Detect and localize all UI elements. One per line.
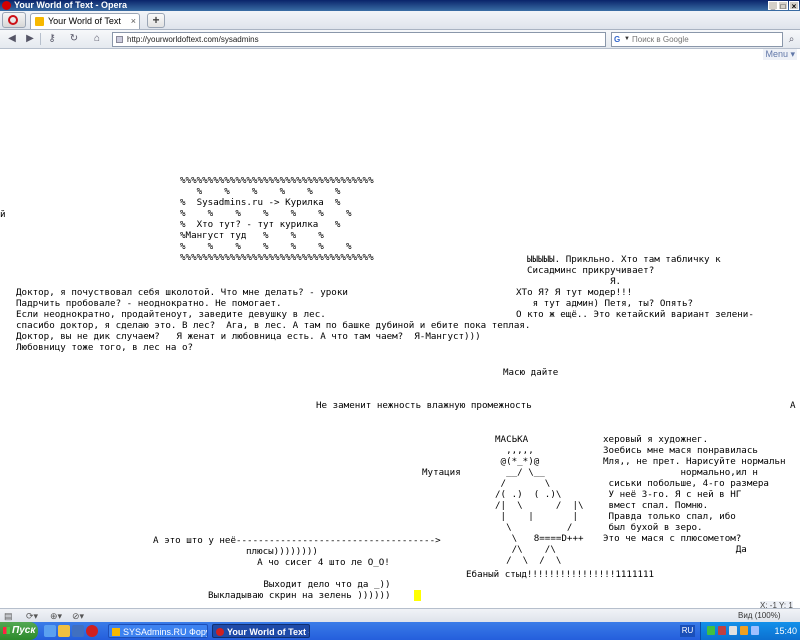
system-tray: 15:40 — [700, 622, 800, 640]
text-block-ebany[interactable]: Ебаный стыд!!!!!!!!!!!!!!!!1111111 — [466, 569, 654, 580]
tab-your-world-of-text[interactable]: Your World of Text × — [30, 13, 140, 29]
opera-menu-button[interactable] — [2, 12, 26, 28]
maximize-icon[interactable]: □ — [778, 1, 788, 11]
tray-network-icon[interactable] — [729, 626, 737, 635]
opera-logo-icon — [2, 1, 11, 10]
reload-icon[interactable]: ↻ — [66, 32, 82, 46]
opera-o-icon — [8, 15, 18, 25]
tray-volume-icon[interactable] — [751, 626, 759, 635]
tab-close-icon[interactable]: × — [131, 14, 136, 29]
back-arrow-icon[interactable]: ◀ — [4, 32, 20, 46]
opera-status-bar: ▤ ⟳▾ ⊕▾ ⊘▾ Вид (100%) — [0, 608, 800, 623]
taskbar-item-label: Your World of Text - ... — [227, 627, 309, 637]
tab-bar: Your World of Text × + — [0, 11, 800, 30]
windows-flag-icon — [3, 627, 10, 634]
search-go-icon[interactable]: ⌕ — [785, 32, 798, 47]
minimize-icon[interactable]: _ — [768, 1, 778, 11]
search-input[interactable] — [632, 34, 780, 45]
clock: 15:40 — [774, 626, 797, 636]
tray-app-icon[interactable] — [707, 626, 715, 635]
taskbar-item-your-world-of-text[interactable]: Your World of Text - ... — [212, 624, 310, 638]
address-bar[interactable]: http://yourworldoftext.com/sysadmins — [112, 32, 606, 47]
new-tab-button[interactable]: + — [147, 13, 165, 28]
window-title: Your World of Text - Opera — [14, 0, 128, 10]
text-block-moder[interactable]: ХТо Я? Я тут модер!!! я тут админ) Петя,… — [516, 287, 754, 320]
search-box[interactable]: G ▼ — [611, 32, 783, 47]
sync-icon[interactable]: ⟳▾ — [26, 610, 38, 622]
forward-arrow-icon[interactable]: ▶ — [22, 32, 38, 46]
taskbar-item-label: SYSAdmins.RU Форум - ... — [123, 627, 207, 637]
google-icon[interactable]: G — [614, 33, 624, 46]
text-block-mutation[interactable]: Мутация — [422, 467, 461, 478]
text-block-xero[interactable]: херовый я художнег. Зоебись мне мася пон… — [603, 434, 786, 555]
text-block-nezamenit[interactable]: Не заменит нежность влажную промежность — [316, 400, 532, 411]
opera-window-icon — [216, 628, 224, 636]
turbo-icon[interactable]: ⊕▾ — [50, 610, 62, 622]
text-cursor — [414, 590, 421, 601]
tab-title: Your World of Text — [48, 16, 121, 26]
home-icon[interactable]: ⌂ — [89, 32, 105, 46]
toolbar-divider — [40, 33, 41, 45]
menu-link[interactable]: Menu ▾ — [763, 49, 797, 60]
windows-taskbar: Пуск SYSAdmins.RU Форум - ... Your World… — [0, 622, 800, 640]
zoom-level[interactable]: Вид (100%) — [738, 610, 780, 622]
tray-antivirus-icon[interactable] — [718, 626, 726, 635]
panel-toggle-icon[interactable]: ▤ — [4, 610, 13, 622]
text-block-right-a[interactable]: А — [790, 400, 796, 411]
text-block-arrow[interactable]: А это што у неё-------------------------… — [153, 535, 441, 546]
opera-quicklaunch-icon[interactable] — [86, 625, 98, 637]
page-info-icon[interactable] — [116, 36, 123, 43]
speed-dial-icon[interactable]: ⊘▾ — [72, 610, 84, 622]
search-engine-dropdown-icon[interactable]: ▼ — [624, 33, 630, 46]
window-title-bar: Your World of Text - Opera _ □ × — [0, 0, 800, 11]
text-block-table[interactable]: ЫЫЫЫЫ. Прикльно. Хто там табличку к Сиса… — [527, 254, 721, 287]
text-block-doctor[interactable]: Доктор, я почуствовал себя школотой. Что… — [16, 287, 530, 353]
key-icon[interactable]: ⚷ — [44, 32, 60, 46]
text-block-left-edge[interactable]: й — [0, 209, 6, 220]
media-player-icon[interactable] — [72, 625, 84, 637]
start-button[interactable]: Пуск — [0, 622, 38, 640]
navigation-toolbar: ◀ ▶ ⚷ ↻ ⌂ http://yourworldoftext.com/sys… — [0, 30, 800, 49]
tray-update-icon[interactable] — [740, 626, 748, 635]
address-text[interactable]: http://yourworldoftext.com/sysadmins — [127, 33, 259, 46]
show-desktop-icon[interactable] — [44, 625, 56, 637]
start-label: Пуск — [12, 625, 36, 636]
folder-icon[interactable] — [58, 625, 70, 637]
text-block-ascii-art[interactable]: МАСЬКА ,,,,, @(*_*)@ __/ \__ / \ /( .) (… — [495, 434, 584, 566]
close-window-icon[interactable]: × — [789, 1, 799, 11]
text-block-plusy[interactable]: плюсы)))))))) А чо сисег 4 што ле О_О! — [246, 546, 390, 568]
text-block-box[interactable]: %%%%%%%%%%%%%%%%%%%%%%%%%%%%%%%%%%% % % … — [180, 175, 374, 263]
text-block-vyhodit[interactable]: Выходит дело что да _)) Выкладываю скрин… — [208, 579, 391, 601]
taskbar-item-sysadmins[interactable]: SYSAdmins.RU Форум - ... — [108, 624, 208, 638]
favicon-icon — [35, 17, 44, 26]
text-block-masya[interactable]: Масю дайте — [503, 367, 558, 378]
language-indicator[interactable]: RU — [680, 625, 695, 637]
window-icon — [112, 628, 120, 636]
page-canvas[interactable]: Menu ▾ %%%%%%%%%%%%%%%%%%%%%%%%%%%%%%%%%… — [0, 49, 800, 602]
